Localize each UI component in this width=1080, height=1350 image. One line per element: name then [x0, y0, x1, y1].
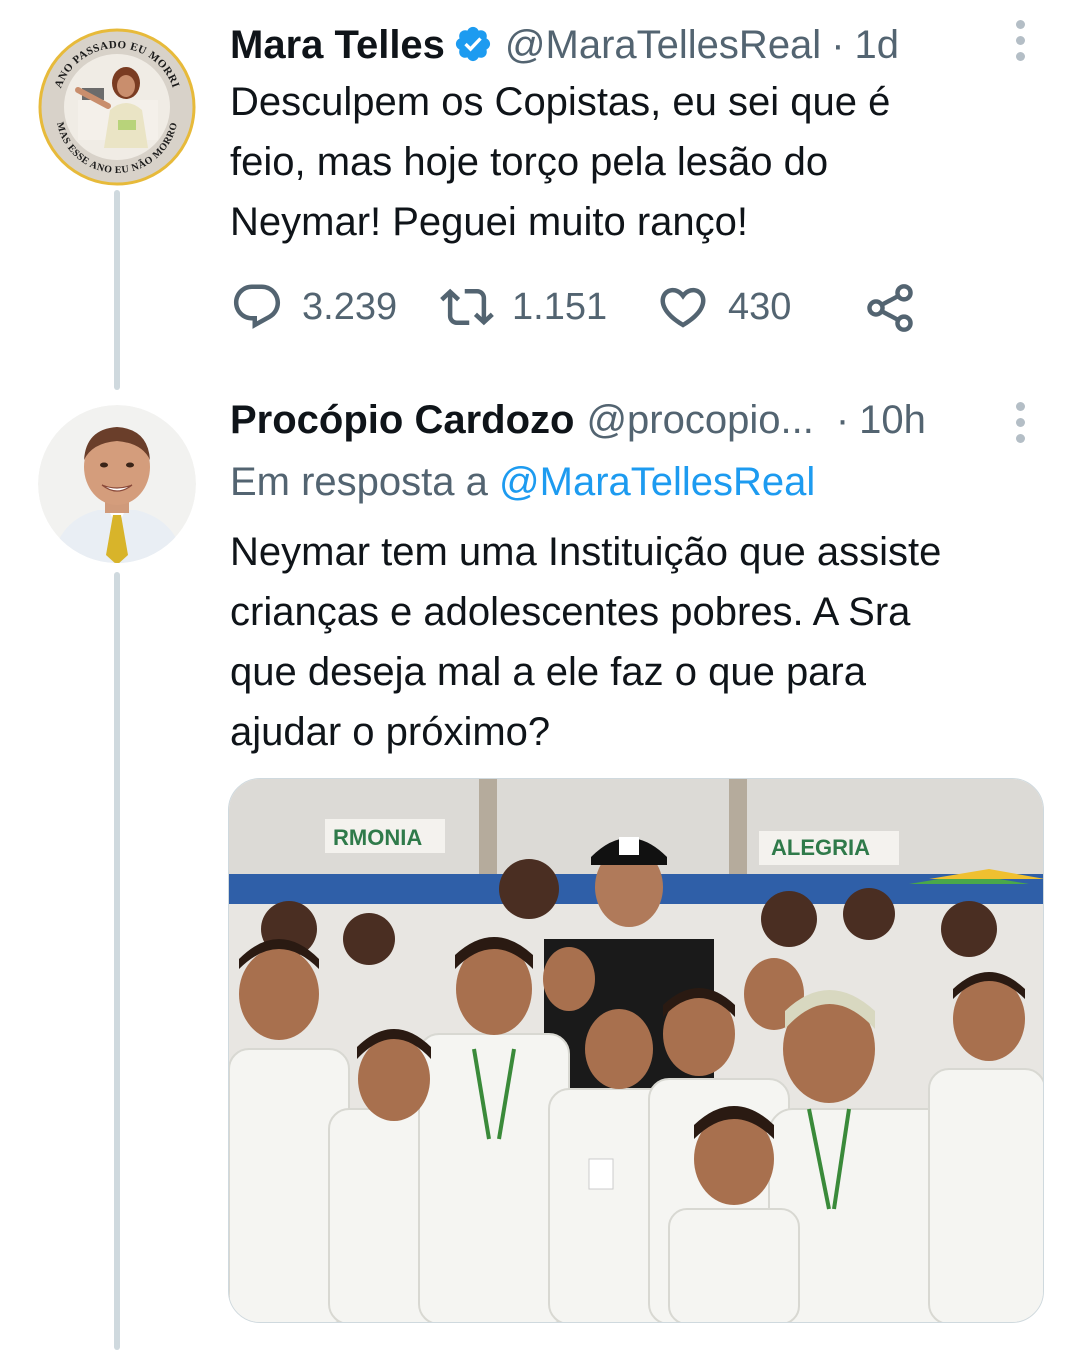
tweet-text-line: que deseja mal a ele faz o que para	[230, 650, 866, 694]
tweet-text-line: ajudar o próximo?	[230, 710, 551, 754]
avatar-mara-telles[interactable]: ANO PASSADO EU MORRI MAS ESSE ANO EU NÃO…	[38, 28, 196, 186]
like-count: 430	[728, 285, 792, 328]
tweet-timestamp[interactable]: 10h	[859, 398, 926, 443]
share-button[interactable]	[862, 280, 918, 336]
thread-line-top	[114, 190, 120, 390]
media-banner-left: RMONIA	[333, 825, 422, 850]
tweet-text-line: feio, mas hoje torço pela lesão do	[230, 140, 829, 184]
tweet-media-photo[interactable]: RMONIA ALEGRIA	[228, 778, 1044, 1323]
reply-button[interactable]: 3.239	[230, 280, 397, 334]
more-vertical-icon[interactable]	[1014, 402, 1026, 450]
separator-dot: ·	[831, 23, 845, 67]
avatar-procopio-cardozo[interactable]	[38, 405, 196, 563]
reply-context: Em resposta a @MaraTellesReal	[230, 460, 815, 505]
tweet-text-line: Neymar tem uma Instituição que assiste	[230, 530, 942, 574]
tweet-text-line: Desculpem os Copistas, eu sei que é	[230, 80, 891, 124]
reply-icon	[233, 284, 281, 329]
author-name[interactable]: Mara Telles	[230, 23, 445, 68]
retweet-button[interactable]: 1.151	[440, 280, 607, 334]
tweet-text: Desculpem os Copistas, eu sei que é feio…	[230, 72, 890, 252]
tweet-header: Procópio Cardozo @procopio... · 10h	[230, 398, 926, 443]
more-vertical-icon[interactable]	[1014, 20, 1026, 68]
separator-dot: ·	[835, 398, 850, 442]
verified-badge-icon	[453, 24, 493, 64]
author-handle[interactable]: @procopio...	[586, 398, 813, 443]
author-handle[interactable]: @MaraTellesReal	[505, 23, 821, 68]
tweet-text-line: Neymar! Peguei muito ranço!	[230, 200, 749, 244]
author-name[interactable]: Procópio Cardozo	[230, 398, 574, 443]
tweet-timestamp[interactable]: 1d	[855, 23, 900, 68]
tweet-text-line: crianças e adolescentes pobres. A Sra	[230, 590, 911, 634]
like-button[interactable]: 430	[656, 280, 791, 334]
reply-mention-link[interactable]: @MaraTellesReal	[499, 460, 815, 504]
share-icon	[867, 284, 913, 332]
heart-icon	[660, 287, 706, 328]
reply-prefix: Em resposta a	[230, 460, 488, 504]
tweet-header: Mara Telles @MaraTellesReal · 1d	[230, 18, 899, 68]
reply-count: 3.239	[302, 285, 398, 328]
media-banner-right: ALEGRIA	[771, 835, 870, 860]
thread-line-bottom	[114, 572, 120, 1350]
tweet-text: Neymar tem uma Instituição que assiste c…	[230, 522, 941, 762]
retweet-icon	[440, 288, 494, 326]
retweet-count: 1.151	[512, 285, 608, 328]
